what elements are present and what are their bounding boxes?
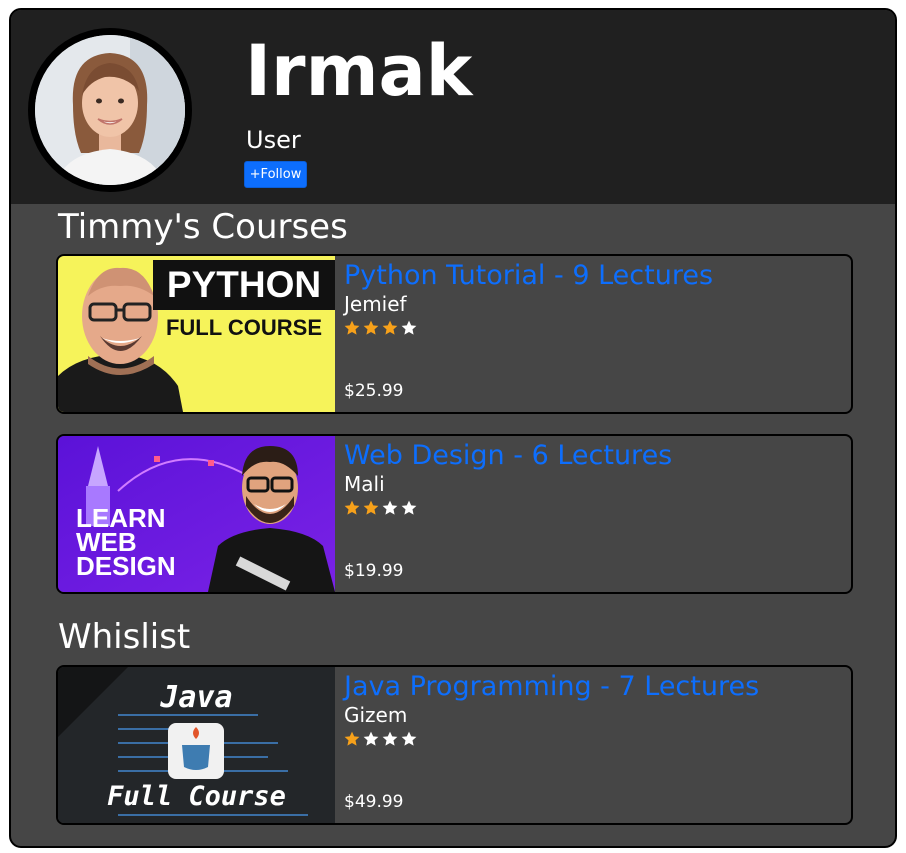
course-instructor: Jemief (344, 292, 407, 316)
profile-role: User (246, 126, 301, 154)
thumbnail-text: PYTHON (166, 264, 322, 305)
wishlist-card[interactable]: Java Full Course Java Programming - 7 Le… (56, 665, 853, 825)
star-empty-icon (401, 320, 417, 335)
course-thumbnail: LEARN WEB DESIGN (58, 436, 335, 592)
course-info: Web Design - 6 Lectures Mali $19.99 (344, 436, 851, 592)
follow-button[interactable]: +Follow (244, 161, 307, 188)
avatar (28, 28, 192, 192)
star-empty-icon (401, 500, 417, 515)
course-thumbnail: PYTHON FULL COURSE (58, 256, 335, 412)
thumbnail-text: Java (160, 680, 233, 715)
thumbnail-text: Full Course (107, 781, 286, 812)
star-empty-icon (401, 731, 417, 746)
course-info: Java Programming - 7 Lectures Gizem $49.… (344, 667, 851, 823)
courses-section-title: Timmy's Courses (58, 207, 348, 247)
course-title[interactable]: Java Programming - 7 Lectures (344, 671, 759, 702)
star-empty-icon (382, 731, 398, 746)
star-filled-icon (382, 320, 398, 335)
course-thumbnail: Java Full Course (58, 667, 335, 823)
wishlist-section-title: Whislist (58, 617, 191, 657)
course-title[interactable]: Web Design - 6 Lectures (344, 440, 672, 471)
course-card[interactable]: LEARN WEB DESIGN Web Design - 6 Lectures… (56, 434, 853, 594)
star-filled-icon (344, 500, 360, 515)
star-rating (344, 320, 417, 336)
star-filled-icon (344, 320, 360, 335)
avatar-photo (35, 35, 185, 185)
profile-page: Irmak User +Follow Timmy's Courses PYTHO… (9, 8, 897, 848)
course-instructor: Gizem (344, 703, 408, 727)
course-price: $25.99 (344, 381, 404, 401)
course-instructor: Mali (344, 472, 385, 496)
thumbnail-text: LEARN WEB DESIGN (76, 503, 176, 581)
course-price: $19.99 (344, 561, 404, 581)
thumbnail-text: FULL COURSE (165, 315, 323, 340)
star-rating (344, 731, 417, 747)
star-filled-icon (363, 320, 379, 335)
course-title[interactable]: Python Tutorial - 9 Lectures (344, 260, 713, 291)
star-rating (344, 500, 417, 516)
star-empty-icon (382, 500, 398, 515)
course-info: Python Tutorial - 9 Lectures Jemief $25.… (344, 256, 851, 412)
star-filled-icon (344, 731, 360, 746)
profile-name: Irmak (245, 30, 473, 112)
profile-header: Irmak User +Follow (11, 10, 895, 204)
star-filled-icon (363, 500, 379, 515)
star-empty-icon (363, 731, 379, 746)
course-card[interactable]: PYTHON FULL COURSE Python Tutorial - 9 L… (56, 254, 853, 414)
course-price: $49.99 (344, 792, 404, 812)
